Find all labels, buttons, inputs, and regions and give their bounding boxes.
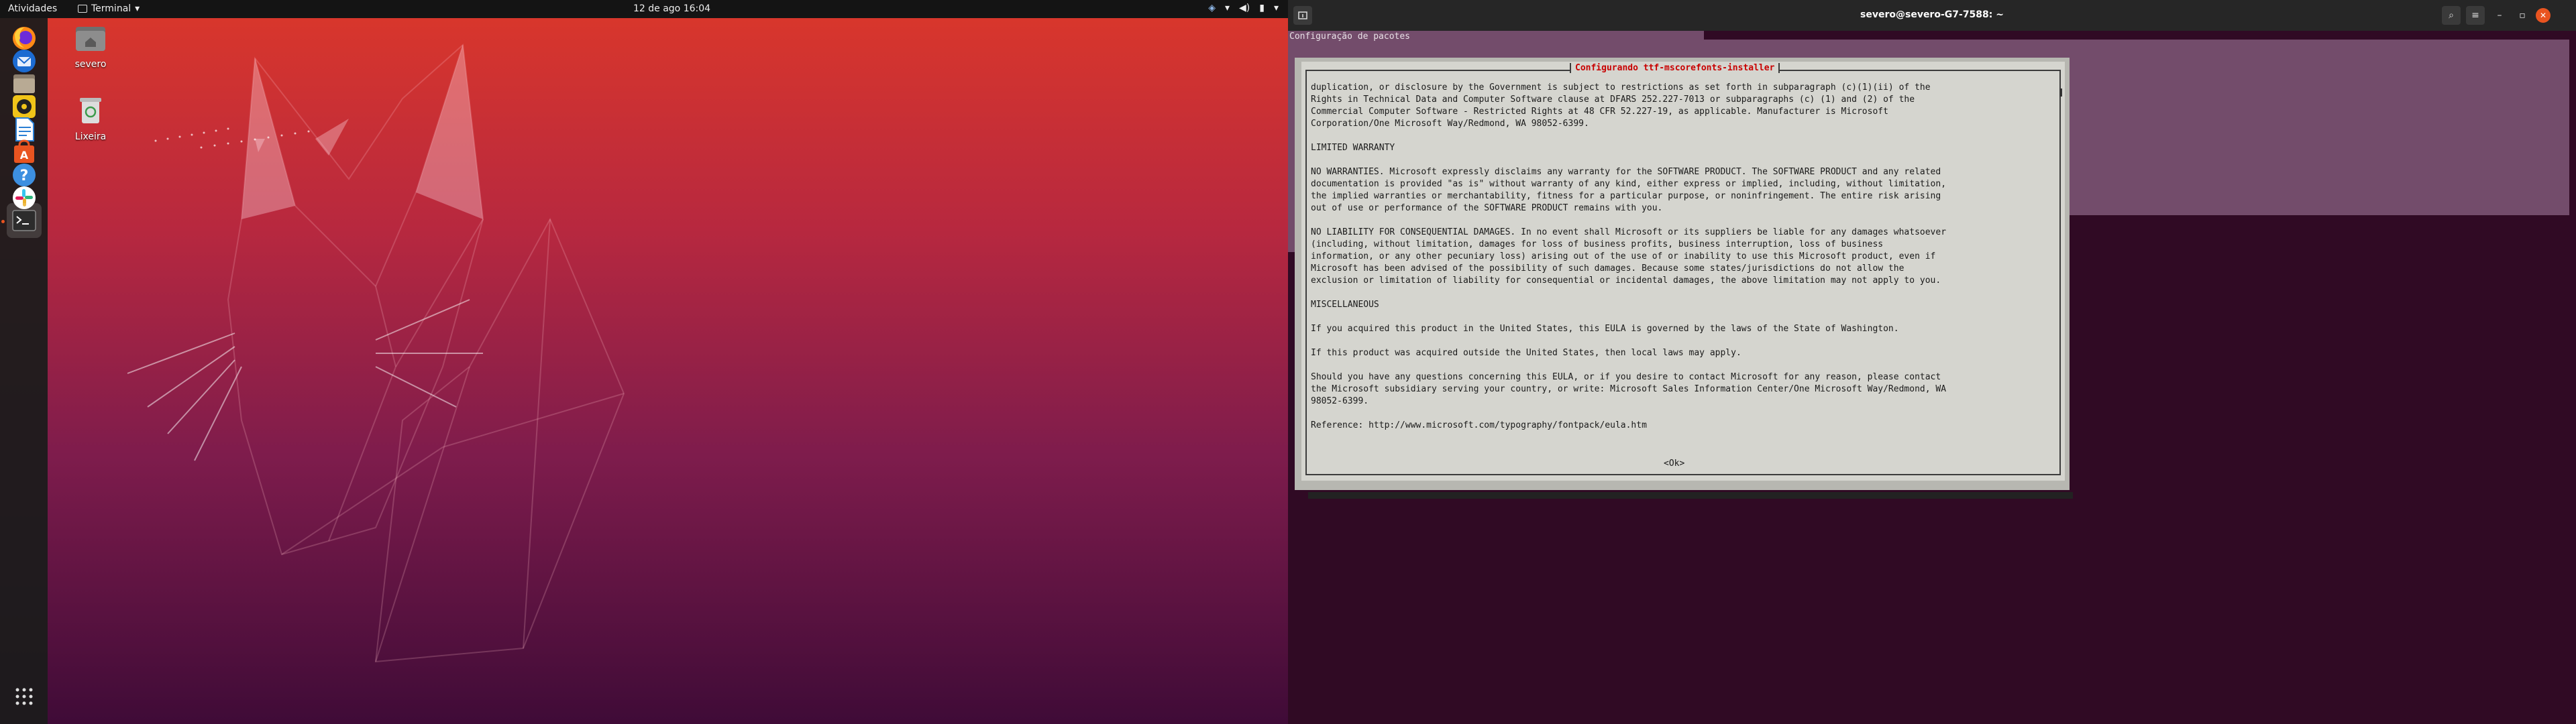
eula-paragraph: If you acquired this product in the Unit… (1311, 324, 1899, 334)
backdrop-gap (1704, 31, 2569, 40)
scroll-indicator (2059, 88, 2062, 97)
desktop-icon-label: severo (74, 59, 107, 70)
dialog-title: Configurando ttf-mscorefonts-installer (1570, 63, 1780, 73)
activities-button[interactable]: Atividades (8, 3, 57, 14)
top-panel: Atividades Terminal ▾ 12 de ago 16:04 ◈ … (0, 0, 1288, 18)
maximize-icon: ▫ (2519, 10, 2526, 21)
minimize-icon: – (2497, 10, 2502, 21)
eula-reference: Reference: http://www.microsoft.com/typo… (1311, 420, 1647, 430)
eula-heading: MISCELLANEOUS (1311, 300, 1379, 310)
dialog-shadow (1308, 492, 2073, 499)
eula-paragraph: NO LIABILITY FOR CONSEQUENTIAL DAMAGES. … (1311, 227, 1947, 286)
menu-button[interactable]: ≡ (2466, 6, 2485, 25)
wifi-icon: ▾ (1224, 3, 1230, 13)
app-grid-icon (15, 688, 33, 705)
window-title: severo@severo-G7-7588: ~ (1860, 9, 2004, 20)
minimize-button[interactable]: – (2490, 6, 2509, 25)
terminal-icon (78, 5, 87, 13)
chevron-down-icon: ▾ (1273, 3, 1279, 13)
window-titlebar[interactable]: severo@severo-G7-7588: ~ ⌕ ≡ – ▫ ✕ (1288, 0, 2576, 31)
close-icon: ✕ (2539, 11, 2547, 20)
battery-icon: ▮ (1259, 3, 1265, 13)
volume-icon: ◀) (1239, 3, 1250, 13)
running-indicator (1, 220, 5, 223)
search-icon: ⌕ (2449, 10, 2454, 21)
chevron-down-icon: ▾ (135, 3, 140, 14)
hamburger-menu-icon: ≡ (2471, 10, 2479, 21)
eula-paragraph: duplication, or disclosure by the Govern… (1311, 82, 1931, 129)
app-menu-label: Terminal (91, 3, 131, 14)
home-folder-icon (76, 27, 105, 51)
terminal-window: severo@severo-G7-7588: ~ ⌕ ≡ – ▫ ✕ Confi… (1288, 0, 2576, 724)
desktop-icon-trash[interactable]: Lixeira (60, 95, 121, 142)
backtitle: Configuração de pacotes (1289, 32, 1411, 42)
dropbox-icon[interactable]: ◈ (1208, 3, 1216, 13)
desktop-icon-label: Lixeira (74, 131, 107, 142)
eula-text: duplication, or disclosure by the Govern… (1311, 82, 2055, 444)
eula-paragraph: If this product was acquired outside the… (1311, 348, 1741, 358)
ok-button[interactable]: <Ok> (1664, 459, 1684, 469)
terminal-icon (12, 210, 36, 231)
eula-dialog: Configurando ttf-mscorefonts-installer d… (1295, 58, 2073, 499)
dock-terminal[interactable] (7, 203, 42, 238)
system-tray[interactable]: ◈ ▾ ◀) ▮ ▾ (1208, 3, 1279, 13)
dock: A ? (0, 18, 48, 724)
eula-paragraph: Should you have any questions concerning… (1311, 372, 1947, 406)
desktop-wallpaper (0, 18, 1288, 724)
clock[interactable]: 12 de ago 16:04 (633, 3, 710, 14)
search-button[interactable]: ⌕ (2442, 6, 2461, 25)
eula-heading: LIMITED WARRANTY (1311, 143, 1395, 153)
close-button[interactable]: ✕ (2536, 8, 2551, 23)
desktop-icon-home[interactable]: severo (60, 24, 121, 70)
terminal-content[interactable]: Configuração de pacotes Configurando ttf… (1288, 31, 2576, 724)
maximize-button[interactable]: ▫ (2513, 6, 2532, 25)
show-applications-button[interactable] (7, 679, 42, 714)
app-menu-terminal[interactable]: Terminal ▾ (78, 3, 140, 14)
eula-paragraph: NO WARRANTIES. Microsoft expressly discl… (1311, 167, 1947, 213)
wallpaper-cat-art (127, 43, 625, 663)
dialog-panel: Configurando ttf-mscorefonts-installer d… (1301, 62, 2065, 481)
trash-icon (80, 98, 101, 123)
